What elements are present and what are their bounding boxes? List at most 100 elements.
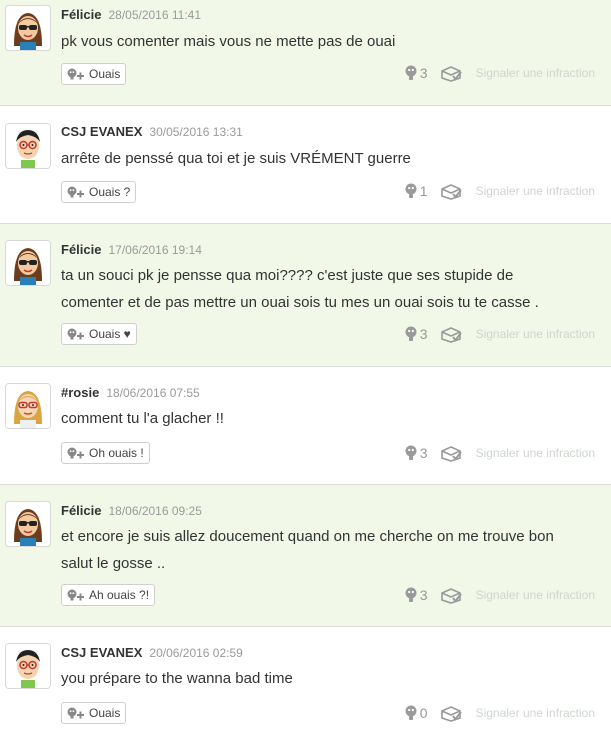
comment-body: comment tu l'a glacher !!	[61, 405, 597, 432]
spoiler-icon[interactable]	[440, 64, 462, 82]
avatar[interactable]	[5, 383, 51, 429]
yeah-face-icon	[405, 587, 417, 602]
author-name[interactable]: Félicie	[61, 503, 101, 518]
avatar-image	[6, 6, 50, 50]
report-link[interactable]: Signaler une infraction	[476, 706, 595, 720]
yeah-count[interactable]: 0	[404, 705, 428, 721]
post-date: 18/06/2016 07:55	[106, 386, 200, 400]
comment-meta: Félicie 18/06/2016 09:25	[61, 503, 202, 518]
post-date: 28/05/2016 11:41	[108, 8, 201, 22]
avatar[interactable]	[5, 123, 51, 169]
comment-text-line: comment tu l'a glacher !!	[61, 410, 224, 427]
yeah-count-value: 3	[419, 445, 428, 461]
comment-item: Félicie 17/06/2016 19:14 ta un souci pk j…	[0, 224, 611, 367]
yeah-button-label: Ouais	[89, 706, 121, 720]
add-yeah-icon	[67, 328, 84, 340]
avatar[interactable]	[5, 643, 51, 689]
author-name[interactable]: Félicie	[61, 242, 101, 257]
post-date: 20/06/2016 02:59	[149, 646, 243, 660]
comment-meta: Félicie 28/05/2016 11:41	[61, 7, 201, 22]
author-name[interactable]: #rosie	[61, 385, 99, 400]
report-link[interactable]: Signaler une infraction	[476, 588, 595, 602]
comment-text-line: comenter et de pas mettre un ouai sois t…	[61, 294, 539, 311]
report-link[interactable]: Signaler une infraction	[476, 446, 595, 460]
comment-body: arrête de penssé qua toi et je suis VRÉM…	[61, 145, 597, 172]
yeah-button-label: Ouais ?	[89, 185, 131, 199]
yeah-button-label: Ouais	[89, 67, 121, 81]
comment-stats: 3 Signaler une infraction	[404, 586, 595, 604]
author-name[interactable]: CSJ EVANEX	[61, 124, 142, 139]
yeah-count[interactable]: 3	[404, 587, 428, 603]
add-yeah-icon	[67, 589, 84, 601]
avatar[interactable]	[5, 5, 51, 51]
comment-stats: 3 Signaler une infraction	[404, 64, 595, 82]
comment-meta: Félicie 17/06/2016 19:14	[61, 242, 202, 257]
comment-item: Félicie 28/05/2016 11:41 pk vous comenter…	[0, 0, 611, 106]
comment-stats: 1 Signaler une infraction	[404, 182, 595, 200]
yeah-button[interactable]: Ouais ?	[61, 181, 137, 203]
yeah-face-icon	[405, 326, 417, 341]
author-name[interactable]: CSJ EVANEX	[61, 645, 142, 660]
comment-text-line: salut le gosse ..	[61, 555, 166, 572]
comment-text-line: pk vous comenter mais vous ne mette pas …	[61, 33, 396, 50]
avatar[interactable]	[5, 240, 51, 286]
yeah-count-value: 3	[419, 65, 428, 81]
yeah-count-value: 1	[419, 183, 428, 199]
yeah-button[interactable]: Ouais	[61, 702, 127, 724]
avatar-image	[6, 384, 50, 428]
comment-meta: #rosie 18/06/2016 07:55	[61, 385, 200, 400]
avatar-image	[6, 241, 50, 285]
avatar[interactable]	[5, 501, 51, 547]
report-link[interactable]: Signaler une infraction	[476, 66, 595, 80]
post-date: 17/06/2016 19:14	[108, 243, 202, 257]
comment-item: CSJ EVANEX 30/05/2016 13:31 arrête de pen…	[0, 106, 611, 224]
comment-text-line: ta un souci pk je pensse qua moi???? c'e…	[61, 267, 514, 284]
spoiler-icon[interactable]	[440, 586, 462, 604]
avatar-image	[6, 502, 50, 546]
yeah-button[interactable]: Ouais ♥	[61, 323, 137, 345]
comment-body: ta un souci pk je pensse qua moi???? c'e…	[61, 262, 597, 316]
comment-text-line: you prépare to the wanna bad time	[61, 670, 293, 687]
yeah-count[interactable]: 3	[404, 65, 428, 81]
post-date: 18/06/2016 09:25	[108, 504, 202, 518]
comment-body: you prépare to the wanna bad time	[61, 665, 597, 692]
spoiler-icon[interactable]	[440, 182, 462, 200]
yeah-count-value: 3	[419, 587, 428, 603]
spoiler-icon[interactable]	[440, 704, 462, 722]
report-link[interactable]: Signaler une infraction	[476, 184, 595, 198]
yeah-count[interactable]: 3	[404, 445, 428, 461]
comment-item: CSJ EVANEX 20/06/2016 02:59 you prépare t…	[0, 627, 611, 733]
yeah-button[interactable]: Ah ouais ?!	[61, 584, 156, 606]
yeah-count-value: 3	[419, 326, 428, 342]
avatar-image	[6, 124, 50, 168]
yeah-button-label: Ouais ♥	[89, 327, 131, 341]
add-yeah-icon	[67, 447, 84, 459]
comment-body: et encore je suis allez doucement quand …	[61, 523, 597, 577]
spoiler-icon[interactable]	[440, 325, 462, 343]
yeah-face-icon	[405, 445, 417, 460]
add-yeah-icon	[67, 707, 84, 719]
comment-meta: CSJ EVANEX 30/05/2016 13:31	[61, 124, 243, 139]
yeah-button[interactable]: Ouais	[61, 63, 127, 85]
yeah-button-label: Oh ouais !	[89, 446, 144, 460]
comment-stats: 3 Signaler une infraction	[404, 325, 595, 343]
spoiler-icon[interactable]	[440, 444, 462, 462]
add-yeah-icon	[67, 68, 84, 80]
author-name[interactable]: Félicie	[61, 7, 101, 22]
comment-stats: 3 Signaler une infraction	[404, 444, 595, 462]
comment-text-line: et encore je suis allez doucement quand …	[61, 528, 554, 545]
yeah-button[interactable]: Oh ouais !	[61, 442, 150, 464]
comment-stats: 0 Signaler une infraction	[404, 704, 595, 722]
yeah-count[interactable]: 1	[404, 183, 428, 199]
yeah-count[interactable]: 3	[404, 326, 428, 342]
yeah-button-label: Ah ouais ?!	[89, 588, 150, 602]
yeah-face-icon	[405, 65, 417, 80]
yeah-face-icon	[405, 183, 417, 198]
add-yeah-icon	[67, 186, 84, 198]
comment-feed: Félicie 28/05/2016 11:41 pk vous comenter…	[0, 0, 611, 733]
post-date: 30/05/2016 13:31	[149, 125, 243, 139]
comment-meta: CSJ EVANEX 20/06/2016 02:59	[61, 645, 243, 660]
report-link[interactable]: Signaler une infraction	[476, 327, 595, 341]
comment-text-line: arrête de penssé qua toi et je suis VRÉM…	[61, 150, 411, 167]
comment-body: pk vous comenter mais vous ne mette pas …	[61, 28, 597, 55]
